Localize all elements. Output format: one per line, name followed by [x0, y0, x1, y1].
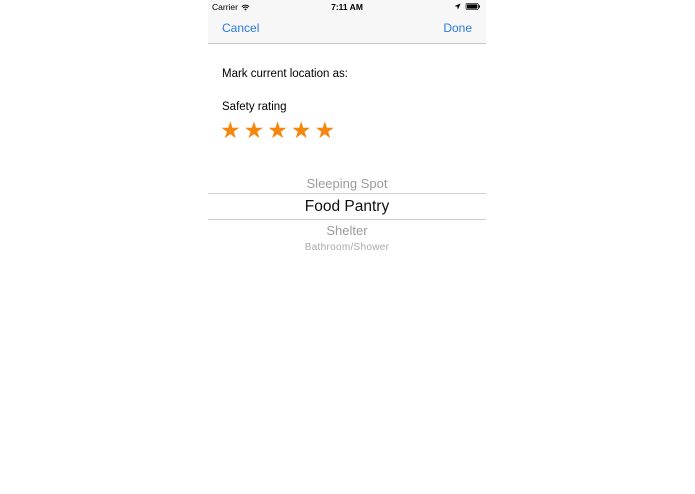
picker-item-food-pantry[interactable]: Food Pantry [208, 198, 486, 216]
picker-selection-top-line [208, 193, 486, 194]
star-icon[interactable]: ★ [220, 119, 241, 142]
picker-item-bathroom-shower[interactable]: Bathroom/Shower [208, 242, 486, 253]
navigation-bar: Cancel Done [208, 14, 486, 44]
status-bar: Carrier 7:11 AM [208, 0, 486, 14]
status-indicators [454, 3, 481, 10]
done-button[interactable]: Done [443, 21, 472, 35]
star-icon[interactable]: ★ [291, 119, 312, 142]
picker-item-shelter[interactable]: Shelter [208, 223, 486, 238]
battery-icon [465, 3, 480, 10]
location-type-picker[interactable]: Sleeping Spot Food Pantry Shelter Bathro… [208, 172, 486, 256]
star-icon[interactable]: ★ [315, 119, 336, 142]
status-time: 7:11 AM [331, 2, 363, 12]
safety-rating-stars: ★ ★ ★ ★ ★ [220, 119, 335, 142]
safety-rating-label: Safety rating [222, 101, 287, 113]
page: Carrier 7:11 AM Cancel Done Mark current… [0, 0, 695, 494]
mark-location-label: Mark current location as: [222, 68, 348, 80]
picker-item-sleeping-spot[interactable]: Sleeping Spot [208, 176, 486, 191]
cancel-button[interactable]: Cancel [222, 21, 259, 35]
location-arrow-icon [454, 3, 461, 10]
star-icon[interactable]: ★ [244, 119, 265, 142]
star-icon[interactable]: ★ [267, 119, 288, 142]
phone-screen: Carrier 7:11 AM Cancel Done Mark current… [208, 0, 486, 494]
picker-selection-bottom-line [208, 219, 486, 220]
